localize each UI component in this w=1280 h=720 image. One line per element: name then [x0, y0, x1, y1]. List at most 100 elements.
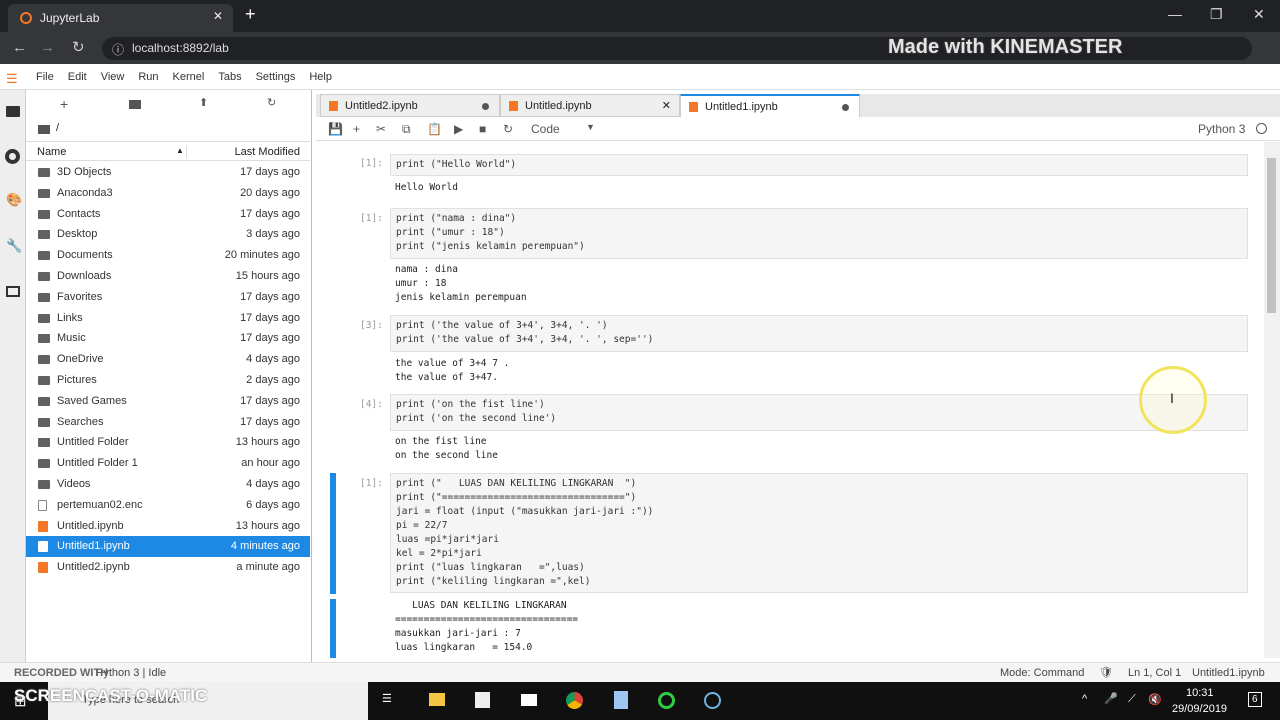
- cell-input[interactable]: print ("Hello World"): [390, 154, 1248, 176]
- file-list-item[interactable]: Anaconda3 20 days ago: [26, 183, 310, 204]
- maximize-icon[interactable]: ❐: [1210, 6, 1223, 23]
- menu-edit[interactable]: Edit: [68, 64, 87, 83]
- kernel-name[interactable]: Python 3: [1198, 122, 1245, 136]
- palette-tab-icon[interactable]: 🎨: [6, 192, 22, 208]
- forward-icon[interactable]: →: [40, 39, 55, 56]
- task-view-icon[interactable]: ☰: [382, 692, 392, 705]
- store-icon[interactable]: [475, 692, 490, 708]
- clock-date[interactable]: 29/09/2019: [1172, 703, 1227, 715]
- file-list-item[interactable]: Videos 4 days ago: [26, 474, 310, 495]
- file-list-item[interactable]: Links 17 days ago: [26, 308, 310, 329]
- jupyter-favicon-icon: [20, 12, 32, 24]
- unsaved-dot-icon[interactable]: [482, 103, 489, 110]
- file-list-item[interactable]: Contacts 17 days ago: [26, 204, 310, 225]
- save-icon[interactable]: 💾: [328, 122, 343, 136]
- mail-icon[interactable]: [521, 694, 537, 706]
- close-tab-icon[interactable]: ✕: [662, 99, 671, 112]
- file-list-item[interactable]: Favorites 17 days ago: [26, 287, 310, 308]
- close-window-icon[interactable]: ✕: [1253, 6, 1265, 23]
- menu-view[interactable]: View: [101, 64, 125, 83]
- new-folder-icon[interactable]: [129, 100, 141, 109]
- browser-tab[interactable]: JupyterLab ✕: [8, 4, 233, 32]
- file-list-item[interactable]: pertemuan02.enc 6 days ago: [26, 495, 310, 516]
- restart-icon[interactable]: ↻: [503, 122, 513, 136]
- file-list-item[interactable]: Untitled1.ipynb 4 minutes ago: [26, 536, 310, 558]
- cell-input[interactable]: print ('on the fist line') print ('on th…: [390, 394, 1248, 431]
- breadcrumb-folder-icon[interactable]: [38, 125, 50, 134]
- volume-muted-icon[interactable]: 🔇: [1148, 693, 1162, 706]
- minimize-icon[interactable]: —: [1168, 6, 1182, 22]
- scrollbar-thumb[interactable]: [1267, 158, 1276, 313]
- file-list-item[interactable]: 3D Objects 17 days ago: [26, 162, 310, 183]
- sort-ascending-icon[interactable]: ▲: [176, 146, 184, 155]
- file-name: Documents: [57, 249, 113, 262]
- wrench-tab-icon[interactable]: 🔧: [6, 238, 22, 254]
- copy-icon[interactable]: ⧉: [402, 122, 411, 137]
- file-list-item[interactable]: Searches 17 days ago: [26, 412, 310, 433]
- file-list-item[interactable]: Downloads 15 hours ago: [26, 266, 310, 287]
- tab-untitled[interactable]: Untitled.ipynb ✕: [500, 94, 680, 117]
- cell-input[interactable]: print ('the value of 3+4', 3+4, '. ') pr…: [390, 315, 1248, 352]
- file-list-item[interactable]: Desktop 3 days ago: [26, 224, 310, 245]
- back-icon[interactable]: ←: [12, 39, 27, 56]
- file-name: Untitled1.ipynb: [57, 540, 130, 553]
- file-explorer-icon[interactable]: [429, 693, 445, 706]
- menu-kernel[interactable]: Kernel: [173, 64, 205, 83]
- file-name: Desktop: [57, 228, 98, 241]
- file-list-item[interactable]: Untitled Folder 13 hours ago: [26, 432, 310, 453]
- file-list-item[interactable]: Saved Games 17 days ago: [26, 391, 310, 412]
- menu-settings[interactable]: Settings: [256, 64, 296, 83]
- running-tab-icon[interactable]: [5, 149, 20, 164]
- stop-icon[interactable]: ■: [479, 122, 486, 136]
- jupyter-logo-icon: ☰: [6, 71, 18, 86]
- upload-icon[interactable]: ⬆: [199, 96, 208, 109]
- folder-icon: [38, 272, 50, 281]
- file-list-item[interactable]: Untitled2.ipynb a minute ago: [26, 557, 310, 578]
- file-list-item[interactable]: Pictures 2 days ago: [26, 370, 310, 391]
- menu-tabs[interactable]: Tabs: [218, 64, 241, 83]
- folder-icon: [38, 355, 50, 365]
- menu-file[interactable]: File: [36, 64, 54, 83]
- tab-untitled2[interactable]: Untitled2.ipynb: [320, 94, 500, 117]
- file-list-item[interactable]: Untitled.ipynb 13 hours ago: [26, 516, 310, 537]
- folder-tab-icon[interactable]: [6, 106, 20, 117]
- screencast-app-icon[interactable]: [704, 692, 721, 709]
- insert-cell-icon[interactable]: +: [353, 122, 360, 136]
- cell-input[interactable]: print ("nama : dina") print ("umur : 18"…: [390, 208, 1248, 259]
- tabs-tab-icon[interactable]: [6, 286, 20, 297]
- breadcrumb[interactable]: /: [56, 122, 59, 134]
- tray-chevron-icon[interactable]: ^: [1082, 693, 1087, 705]
- app-green-ring-icon[interactable]: [658, 692, 675, 709]
- modified-column-header[interactable]: Last Modified: [186, 146, 300, 158]
- new-launcher-icon[interactable]: +: [60, 96, 68, 112]
- reload-icon[interactable]: ↻: [72, 38, 85, 56]
- folder-icon: [38, 459, 50, 469]
- file-name: Links: [57, 311, 83, 324]
- tab-untitled1[interactable]: Untitled1.ipynb: [680, 94, 860, 117]
- paste-icon[interactable]: 📋: [427, 122, 442, 136]
- cursor-position[interactable]: Ln 1, Col 1: [1128, 667, 1181, 679]
- cell-output: the value of 3+4 7 . the value of 3+47.: [395, 358, 510, 383]
- file-list-item[interactable]: OneDrive 4 days ago: [26, 349, 310, 370]
- chrome-icon[interactable]: [566, 692, 583, 709]
- notifications-icon[interactable]: 6: [1248, 692, 1262, 707]
- file-list-item[interactable]: Documents 20 minutes ago: [26, 245, 310, 266]
- close-tab-icon[interactable]: ✕: [213, 9, 223, 23]
- unsaved-dot-icon[interactable]: [842, 104, 849, 111]
- tab-label: Untitled.ipynb: [525, 100, 592, 112]
- menu-help[interactable]: Help: [309, 64, 332, 83]
- file-list-item[interactable]: Untitled Folder 1 an hour ago: [26, 453, 310, 474]
- refresh-icon[interactable]: ↻: [267, 96, 276, 109]
- new-tab-icon[interactable]: +: [245, 4, 256, 25]
- menu-run[interactable]: Run: [138, 64, 158, 83]
- run-icon[interactable]: ▶: [454, 122, 463, 136]
- app-cube-icon[interactable]: [614, 691, 628, 709]
- microphone-icon[interactable]: 🎤: [1104, 692, 1118, 705]
- cell-type-select[interactable]: Code ▼: [531, 122, 595, 136]
- cut-icon[interactable]: ✂: [376, 122, 386, 136]
- cell-input[interactable]: print (" LUAS DAN KELILING LINGKARAN ") …: [390, 473, 1248, 593]
- clock-time[interactable]: 10:31: [1186, 687, 1214, 699]
- file-list-item[interactable]: Music 17 days ago: [26, 328, 310, 349]
- name-column-header[interactable]: Name: [37, 146, 66, 158]
- network-icon[interactable]: ⟋: [1128, 693, 1136, 706]
